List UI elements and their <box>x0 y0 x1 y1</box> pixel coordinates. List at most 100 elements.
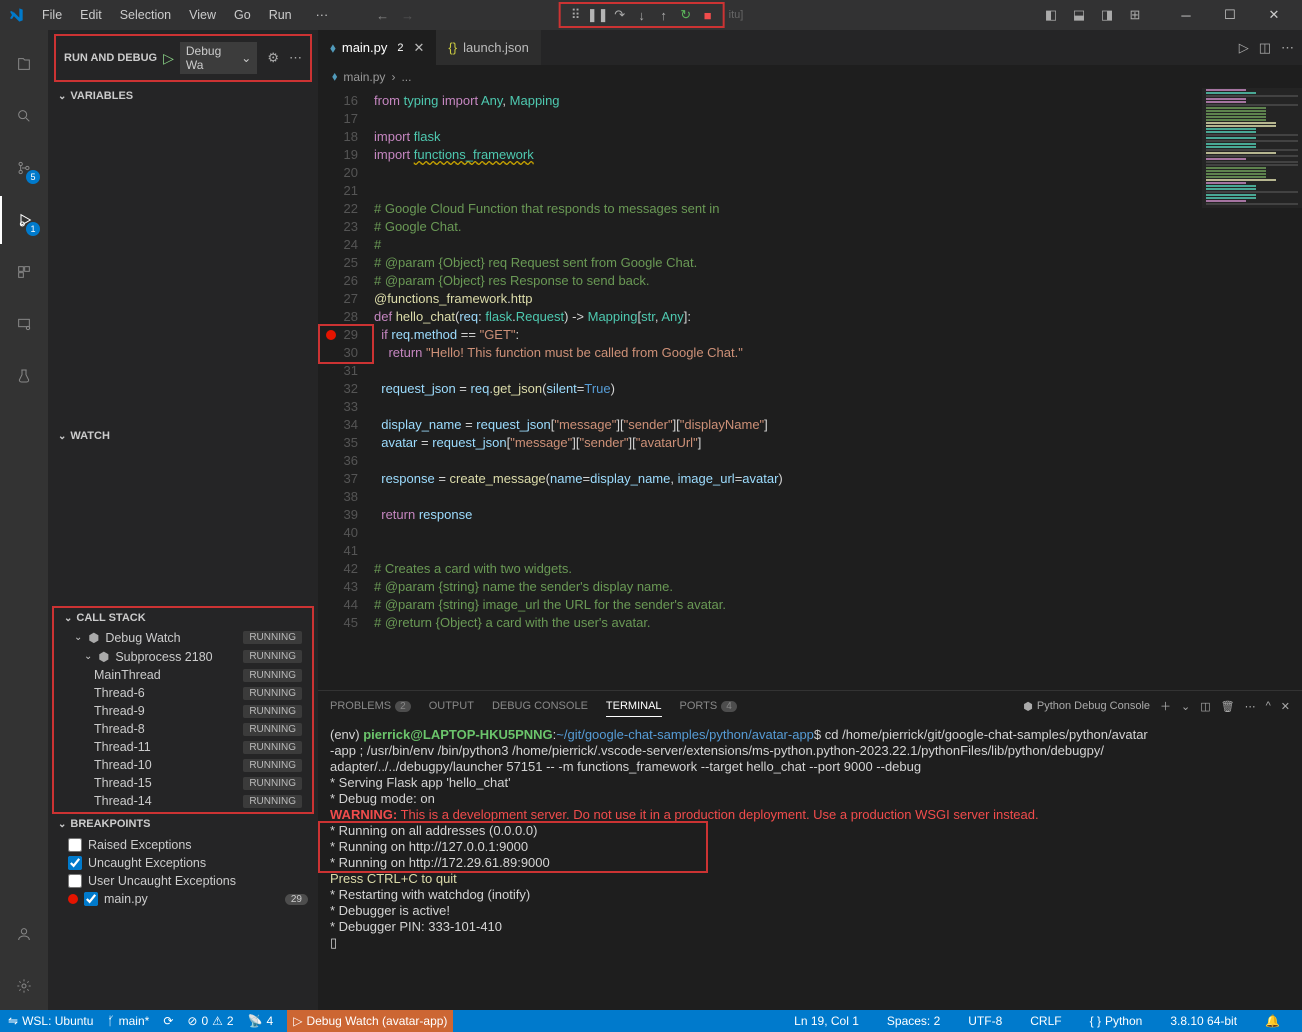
vscode-logo-icon <box>8 7 24 23</box>
nav-back-icon[interactable]: ← <box>376 8 389 23</box>
split-editor-icon[interactable]: ◫ <box>1259 40 1271 56</box>
close-panel-icon[interactable]: ✕ <box>1281 700 1290 713</box>
callstack-item[interactable]: Thread-11RUNNING <box>54 738 312 756</box>
eol[interactable]: CRLF <box>1030 1014 1061 1028</box>
restart-icon[interactable]: ↻ <box>677 6 695 24</box>
settings-gear-icon[interactable] <box>0 962 48 1010</box>
remote-explorer-icon[interactable] <box>0 300 48 348</box>
bp-file-checkbox[interactable] <box>84 892 98 906</box>
terminal-dropdown-icon[interactable]: ⌄ <box>1181 700 1190 713</box>
menu-selection[interactable]: Selection <box>112 4 179 26</box>
tab-launch-json[interactable]: {} launch.json <box>436 30 540 65</box>
window-close-icon[interactable]: ✕ <box>1254 1 1294 29</box>
encoding[interactable]: UTF-8 <box>968 1014 1002 1028</box>
menu-edit[interactable]: Edit <box>72 4 110 26</box>
accounts-icon[interactable] <box>0 910 48 958</box>
sync-indicator[interactable]: ⟳ <box>163 1014 173 1028</box>
notifications-icon[interactable]: 🔔 <box>1265 1014 1280 1028</box>
layout-customize-icon[interactable]: ⊞ <box>1126 6 1144 24</box>
indentation[interactable]: Spaces: 2 <box>887 1014 940 1028</box>
tab-main-py[interactable]: ⬧ main.py 2 ✕ <box>318 30 436 65</box>
search-fragment[interactable]: itu] <box>729 9 744 21</box>
menu-go[interactable]: Go <box>226 4 259 26</box>
menu-run[interactable]: Run <box>261 4 300 26</box>
terminal-output[interactable]: (env) pierrick@LAPTOP-HKU5PNNG:~/git/goo… <box>318 721 1302 1010</box>
language-mode[interactable]: { }Python <box>1090 1014 1143 1028</box>
step-into-icon[interactable]: ↓ <box>633 6 651 24</box>
kill-terminal-icon[interactable]: 🗑 <box>1221 700 1235 713</box>
bp-user-uncaught-checkbox[interactable] <box>68 874 82 888</box>
bp-uncaught-checkbox[interactable] <box>68 856 82 870</box>
explorer-icon[interactable] <box>0 40 48 88</box>
problems-indicator[interactable]: ⊘0⚠2 <box>187 1014 233 1028</box>
panel-tab-debug-console[interactable]: DEBUG CONSOLE <box>492 696 588 716</box>
new-terminal-icon[interactable]: ＋ <box>1160 698 1171 714</box>
panel-tab-output[interactable]: OUTPUT <box>429 696 474 716</box>
drag-handle-icon[interactable]: ⠿ <box>567 6 585 24</box>
nav-forward-icon[interactable]: → <box>401 8 414 23</box>
code-editor[interactable]: 1617181920212223242526272829303132333435… <box>318 88 1302 690</box>
step-out-icon[interactable]: ↑ <box>655 6 673 24</box>
debug-config-dropdown[interactable]: Debug Wa⌄ <box>180 42 257 74</box>
ports-indicator[interactable]: 📡4 <box>248 1014 274 1028</box>
branch-indicator[interactable]: ᚶmain* <box>107 1014 149 1028</box>
tab-more-icon[interactable]: ⋯ <box>1281 40 1294 56</box>
menu-view[interactable]: View <box>181 4 224 26</box>
config-gear-icon[interactable]: ⚙ <box>267 50 279 66</box>
remote-indicator[interactable]: ⇋WSL: Ubuntu <box>8 1014 93 1028</box>
run-file-icon[interactable]: ▷ <box>1239 40 1249 56</box>
testing-icon[interactable] <box>0 352 48 400</box>
bottom-panel: PROBLEMS2 OUTPUT DEBUG CONSOLE TERMINAL … <box>318 690 1302 1010</box>
callstack-item[interactable]: MainThreadRUNNING <box>54 666 312 684</box>
stop-icon[interactable]: ■ <box>699 6 717 24</box>
cursor-position[interactable]: Ln 19, Col 1 <box>794 1014 859 1028</box>
step-over-icon[interactable]: ↷ <box>611 6 629 24</box>
minimap[interactable] <box>1202 88 1302 368</box>
bp-raised-checkbox[interactable] <box>68 838 82 852</box>
pause-icon[interactable]: ❚❚ <box>589 6 607 24</box>
callstack-item[interactable]: Thread-8RUNNING <box>54 720 312 738</box>
search-icon[interactable] <box>0 92 48 140</box>
menu-more[interactable]: ··· <box>308 4 337 26</box>
window-minimize-icon[interactable]: ─ <box>1166 1 1206 29</box>
python-interpreter[interactable]: 3.8.10 64-bit <box>1170 1014 1237 1028</box>
watch-section-header[interactable]: ⌄WATCH <box>48 426 318 446</box>
callstack-item[interactable]: Thread-14RUNNING <box>54 792 312 810</box>
panel-tab-ports[interactable]: PORTS4 <box>680 696 737 716</box>
panel-tab-problems[interactable]: PROBLEMS2 <box>330 696 411 716</box>
run-debug-icon[interactable]: 1 <box>0 196 48 244</box>
breadcrumb[interactable]: ⬧ main.py›... <box>318 65 1302 88</box>
callstack-item[interactable]: Thread-15RUNNING <box>54 774 312 792</box>
window-maximize-icon[interactable]: ☐ <box>1210 1 1250 29</box>
debug-target[interactable]: ▷Debug Watch (avatar-app) <box>287 1010 453 1032</box>
split-terminal-icon[interactable]: ◫ <box>1200 700 1210 713</box>
panel-tab-terminal[interactable]: TERMINAL <box>606 696 662 717</box>
close-tab-icon[interactable]: ✕ <box>414 40 425 56</box>
callstack-item[interactable]: Thread-6RUNNING <box>54 684 312 702</box>
callstack-item[interactable]: ⌄⬢Subprocess 2180RUNNING <box>54 647 312 666</box>
callstack-section-header[interactable]: ⌄CALL STACK <box>54 608 312 628</box>
debug-run-icon: ▷ <box>293 1014 302 1028</box>
layout-panel-right-icon[interactable]: ◨ <box>1098 6 1116 24</box>
more-actions-icon[interactable]: ⋯ <box>289 50 302 66</box>
terminal-profile-selector[interactable]: ⬢Python Debug Console <box>1023 700 1150 713</box>
callstack-item[interactable]: ⌄⬢Debug WatchRUNNING <box>54 628 312 647</box>
bp-file-main[interactable]: main.py29 <box>48 890 318 908</box>
bp-raised[interactable]: Raised Exceptions <box>48 836 318 854</box>
run-and-debug-header: RUN AND DEBUG ▷ Debug Wa⌄ ⚙ ⋯ <box>54 34 312 82</box>
breakpoints-section-header[interactable]: ⌄BREAKPOINTS <box>48 814 318 834</box>
bp-user-uncaught[interactable]: User Uncaught Exceptions <box>48 872 318 890</box>
callstack-item[interactable]: Thread-10RUNNING <box>54 756 312 774</box>
maximize-panel-icon[interactable]: ^ <box>1266 700 1271 712</box>
bp-uncaught[interactable]: Uncaught Exceptions <box>48 854 318 872</box>
layout-panel-bottom-icon[interactable]: ⬓ <box>1070 6 1088 24</box>
layout-panel-left-icon[interactable]: ◧ <box>1042 6 1060 24</box>
menu-file[interactable]: File <box>34 4 70 26</box>
extensions-icon[interactable] <box>0 248 48 296</box>
panel-more-icon[interactable]: ⋯ <box>1245 700 1256 713</box>
variables-section-header[interactable]: ⌄VARIABLES <box>48 86 318 106</box>
start-debug-icon[interactable]: ▷ <box>163 50 174 67</box>
callstack-item[interactable]: Thread-9RUNNING <box>54 702 312 720</box>
source-control-icon[interactable]: 5 <box>0 144 48 192</box>
panel-tabs: PROBLEMS2 OUTPUT DEBUG CONSOLE TERMINAL … <box>318 691 1302 721</box>
